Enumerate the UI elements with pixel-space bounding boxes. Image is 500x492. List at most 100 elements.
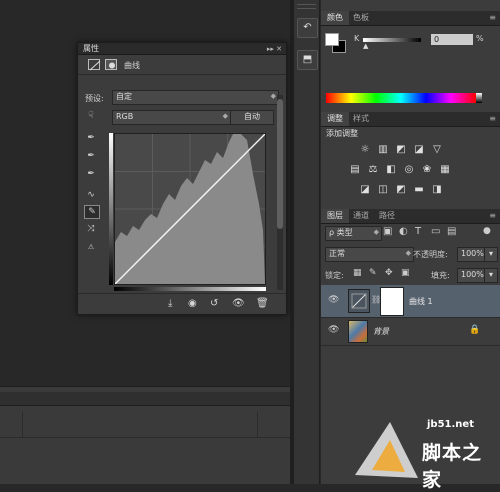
tab-swatches[interactable]: 色板 <box>347 11 375 25</box>
channel-select[interactable]: RGB ◆ <box>112 110 231 125</box>
panel-collapse-close-icons[interactable]: ▸▸ ✕ <box>267 43 282 55</box>
collapsed-panel-strip: ↶ ⬒ <box>294 0 320 484</box>
black-white-ramp[interactable] <box>476 93 482 103</box>
properties-scroll-thumb[interactable] <box>277 99 283 229</box>
edit-points-curve-icon[interactable]: ∿ <box>84 189 98 201</box>
gray-point-eyedropper-icon[interactable]: ✒ <box>84 150 98 162</box>
delete-icon[interactable]: 🗑 <box>256 298 269 309</box>
opacity-dropdown-icon[interactable]: ▾ <box>484 247 498 262</box>
preset-label: 预设: <box>85 94 104 103</box>
panel-menu-icon[interactable]: ≡ <box>489 211 496 220</box>
view-previous-state-icon[interactable]: ◉ <box>188 298 197 309</box>
mask-icon[interactable] <box>105 59 117 70</box>
reset-icon[interactable]: ↺ <box>210 298 218 309</box>
hue-saturation-icon[interactable]: ▤ <box>349 164 361 176</box>
opacity-label: 不透明度: <box>413 250 448 259</box>
lock-position-icon[interactable]: ✥ <box>385 268 393 278</box>
tool-presets-icon[interactable]: ⬒ <box>297 50 318 70</box>
adjustments-panel-tabbar: 调整 样式 ≡ <box>321 112 500 127</box>
photo-filter-icon[interactable]: ◎ <box>403 164 415 176</box>
toggle-visibility-icon[interactable]: 👁 <box>232 298 245 309</box>
black-point-eyedropper-icon[interactable]: ✒ <box>84 132 98 144</box>
lock-all-icon[interactable]: ▣ <box>401 268 410 278</box>
panel-menu-icon[interactable]: ≡ <box>489 13 496 22</box>
tab-styles[interactable]: 样式 <box>347 112 375 126</box>
tab-layers[interactable]: 图层 <box>321 209 349 223</box>
lock-icon: 🔒 <box>469 325 481 335</box>
tab-paths[interactable]: 路径 <box>373 209 401 223</box>
curves-adjustment-icon <box>88 59 101 71</box>
filter-smart-object-icon[interactable]: ▤ <box>447 226 456 237</box>
auto-button[interactable]: 自动 <box>230 110 274 125</box>
properties-panel: 属性 ▸▸ ✕ 曲线 预设: 自定 ◆ ☟ RGB ◆ 自动 ✒ ✒ ✒ ∿ ✎ ⤨… <box>77 42 287 315</box>
timeline-row <box>0 412 290 438</box>
smooth-curve-icon[interactable]: ⤨ <box>84 223 98 235</box>
layer-mask-thumbnail[interactable] <box>380 287 404 316</box>
color-panel-tabbar: 颜色 色板 ≡ <box>321 11 500 26</box>
vibrance-icon[interactable]: ▽ <box>431 144 443 156</box>
properties-titlebar[interactable]: 属性 ▸▸ ✕ <box>78 43 286 55</box>
lock-transparent-icon[interactable]: ▦ <box>353 268 362 278</box>
k-slider-track[interactable] <box>363 38 421 42</box>
tab-adjustments[interactable]: 调整 <box>321 112 349 126</box>
curves-graph[interactable] <box>114 133 266 285</box>
curves-icon[interactable]: ◩ <box>395 144 407 156</box>
brightness-contrast-icon[interactable]: ☼ <box>359 144 371 156</box>
input-gradient-bar <box>114 287 266 291</box>
lock-image-icon[interactable]: ✎ <box>369 268 377 278</box>
layer-name[interactable]: 曲线 1 <box>409 296 433 307</box>
properties-header: 曲线 <box>78 55 286 75</box>
clip-to-layer-icon[interactable]: ⤓ <box>168 298 172 309</box>
fill-label: 填充: <box>431 271 450 280</box>
layer-filter-kind-select[interactable]: ρ 类型 ◆ <box>325 226 382 241</box>
on-image-adjust-icon[interactable]: ☟ <box>84 110 98 122</box>
k-unit-label: % <box>476 34 484 43</box>
selective-color-icon[interactable]: ◨ <box>431 184 443 196</box>
clipping-warning-icon[interactable]: ⚠ <box>84 241 98 253</box>
posterize-icon[interactable]: ◫ <box>377 184 389 196</box>
layer-name[interactable]: 背景 <box>373 326 389 337</box>
invert-icon[interactable]: ◪ <box>359 184 371 196</box>
threshold-icon[interactable]: ◩ <box>395 184 407 196</box>
black-white-icon[interactable]: ◧ <box>385 164 397 176</box>
layers-panel-tabbar: 图层 通道 路径 ≡ <box>321 209 500 224</box>
gradient-map-icon[interactable]: ▬ <box>413 184 425 196</box>
filter-pixel-icon[interactable]: ▣ <box>383 226 392 237</box>
add-adjustment-title: 添加调整 <box>326 129 358 138</box>
k-value-field[interactable]: 0 <box>431 34 473 45</box>
filter-type-icon[interactable]: T <box>415 226 421 237</box>
visibility-eye-icon[interactable]: 👁 <box>328 325 339 335</box>
foreground-color-swatch[interactable] <box>325 33 339 46</box>
lock-label: 锁定: <box>325 271 344 280</box>
k-slider-thumb[interactable]: ▲ <box>363 42 368 50</box>
draw-curve-pencil-icon[interactable]: ✎ <box>84 205 100 219</box>
tab-color[interactable]: 颜色 <box>321 11 349 25</box>
blend-mode-select[interactable]: 正常 ◆ <box>325 247 414 262</box>
filter-shape-icon[interactable]: ▭ <box>431 226 440 237</box>
visibility-eye-icon[interactable]: 👁 <box>328 295 339 305</box>
properties-footer: ⤓ ◉ ↺ 👁 🗑 <box>78 293 286 315</box>
right-panel-column: 颜色 色板 ≡ K ▲ 0 % 调整 样式 ≡ 添加调整 ☼ ▥ ◩ ◪ ▽ ▤… <box>321 0 500 484</box>
output-gradient-bar <box>109 133 113 285</box>
adjustment-name: 曲线 <box>124 61 140 70</box>
history-icon[interactable]: ↶ <box>297 18 318 38</box>
filter-adjustment-icon[interactable]: ◐ <box>399 226 408 237</box>
k-channel-label: K <box>354 34 360 43</box>
background-layer-thumbnail <box>348 320 368 343</box>
channel-mixer-icon[interactable]: ❀ <box>421 164 433 176</box>
levels-icon[interactable]: ▥ <box>377 144 389 156</box>
tab-channels[interactable]: 通道 <box>347 209 375 223</box>
filter-toggle-icon[interactable]: ● <box>483 226 491 236</box>
color-balance-icon[interactable]: ⚖ <box>367 164 379 176</box>
preset-select[interactable]: 自定 ◆ <box>112 90 279 105</box>
color-spectrum-ramp[interactable] <box>326 93 476 103</box>
layer-row-curves[interactable]: 👁 ⛓ 曲线 1 <box>321 285 500 318</box>
watermark-url: jb51.net <box>427 419 474 430</box>
layer-row-background[interactable]: 👁 背景 🔒 <box>321 317 500 346</box>
color-lookup-icon[interactable]: ▦ <box>439 164 451 176</box>
white-point-eyedropper-icon[interactable]: ✒ <box>84 168 98 180</box>
properties-title: 属性 <box>83 44 99 53</box>
panel-menu-icon[interactable]: ≡ <box>489 114 496 123</box>
exposure-icon[interactable]: ◪ <box>413 144 425 156</box>
fill-dropdown-icon[interactable]: ▾ <box>484 268 498 283</box>
